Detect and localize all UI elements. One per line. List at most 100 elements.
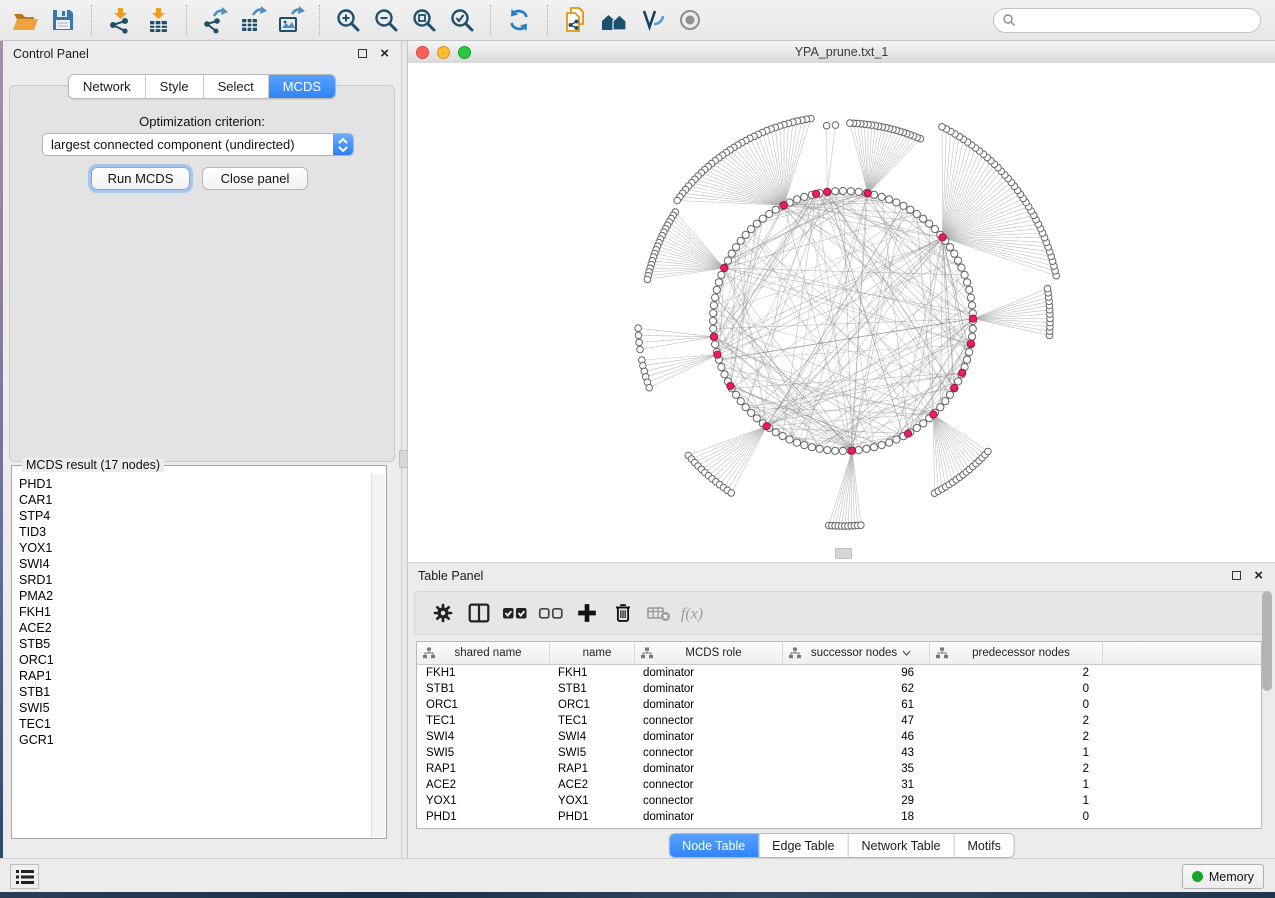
graph-mcds-node[interactable] bbox=[951, 384, 958, 391]
graph-node[interactable] bbox=[907, 206, 914, 213]
graph-node[interactable] bbox=[737, 237, 744, 244]
new-network-from-selection-icon[interactable] bbox=[559, 3, 593, 37]
mcds-result-item[interactable]: SWI5 bbox=[19, 700, 372, 716]
graph-node[interactable] bbox=[779, 433, 786, 440]
graph-node[interactable] bbox=[900, 202, 907, 209]
mcds-result-list[interactable]: PHD1CAR1STP4TID3YOX1SWI4SRD1PMA2FKH1ACE2… bbox=[13, 474, 372, 837]
graph-mcds-node[interactable] bbox=[930, 411, 937, 418]
graph-node[interactable] bbox=[951, 250, 958, 257]
graph-node[interactable] bbox=[710, 310, 717, 317]
graph-node[interactable] bbox=[937, 404, 944, 411]
graph-node[interactable] bbox=[966, 349, 973, 356]
graph-leaf-node[interactable] bbox=[635, 325, 642, 332]
graph-node[interactable] bbox=[955, 378, 962, 385]
graph-node[interactable] bbox=[946, 391, 953, 398]
graph-node[interactable] bbox=[913, 210, 920, 217]
refresh-icon[interactable] bbox=[502, 3, 536, 37]
export-network-icon[interactable] bbox=[198, 3, 232, 37]
graph-node[interactable] bbox=[732, 244, 739, 251]
mcds-result-item[interactable]: SWI4 bbox=[19, 556, 372, 572]
mcds-result-item[interactable]: STP4 bbox=[19, 508, 372, 524]
graph-node[interactable] bbox=[886, 196, 893, 203]
mcds-result-item[interactable]: ORC1 bbox=[19, 652, 372, 668]
graph-leaf-node[interactable] bbox=[728, 490, 735, 497]
tab-network[interactable]: Network bbox=[69, 75, 145, 98]
export-image-icon[interactable] bbox=[274, 3, 308, 37]
tab-style[interactable]: Style bbox=[145, 75, 203, 98]
graph-node[interactable] bbox=[759, 215, 766, 222]
mcds-result-item[interactable]: STB1 bbox=[19, 684, 372, 700]
graph-leaf-node[interactable] bbox=[847, 120, 854, 127]
graph-leaf-node[interactable] bbox=[939, 124, 946, 131]
graph-node[interactable] bbox=[753, 220, 760, 227]
graph-node[interactable] bbox=[715, 279, 722, 286]
graph-mcds-node[interactable] bbox=[904, 430, 911, 437]
column-header-successor-nodes[interactable]: successor nodes bbox=[783, 642, 930, 664]
graph-node[interactable] bbox=[855, 188, 862, 195]
column-header-shared-name[interactable]: shared name bbox=[417, 642, 550, 664]
delete-column-icon[interactable] bbox=[607, 597, 639, 629]
graph-node[interactable] bbox=[847, 188, 854, 195]
graph-mcds-node[interactable] bbox=[721, 265, 728, 272]
graph-node[interactable] bbox=[742, 404, 749, 411]
graph-node[interactable] bbox=[969, 302, 976, 309]
graph-mcds-node[interactable] bbox=[849, 447, 856, 454]
graph-node[interactable] bbox=[824, 447, 831, 454]
graph-node[interactable] bbox=[969, 333, 976, 340]
graph-node[interactable] bbox=[878, 442, 885, 449]
graph-node[interactable] bbox=[931, 226, 938, 233]
graph-leaf-node[interactable] bbox=[674, 197, 681, 204]
add-column-icon[interactable] bbox=[571, 597, 603, 629]
table-row[interactable]: PHD1PHD1dominator180 bbox=[417, 809, 1261, 825]
graph-leaf-node[interactable] bbox=[832, 122, 839, 129]
import-network-icon[interactable] bbox=[103, 3, 137, 37]
zoom-in-icon[interactable] bbox=[331, 3, 365, 37]
mcds-result-item[interactable]: YOX1 bbox=[19, 540, 372, 556]
table-row[interactable]: SWI4SWI4dominator462 bbox=[417, 729, 1261, 745]
table-tab-motifs[interactable]: Motifs bbox=[953, 834, 1013, 857]
graph-node[interactable] bbox=[964, 356, 971, 363]
memory-button[interactable]: Memory bbox=[1182, 864, 1264, 889]
horizontal-splitter-handle[interactable] bbox=[835, 548, 852, 559]
graph-node[interactable] bbox=[753, 415, 760, 422]
export-table-icon[interactable] bbox=[236, 3, 270, 37]
graph-mcds-node[interactable] bbox=[714, 351, 721, 358]
graph-node[interactable] bbox=[737, 398, 744, 405]
graph-mcds-node[interactable] bbox=[967, 340, 974, 347]
result-list-scrollbar[interactable] bbox=[371, 474, 385, 837]
graph-node[interactable] bbox=[793, 196, 800, 203]
graph-node[interactable] bbox=[712, 341, 719, 348]
tab-mcds[interactable]: MCDS bbox=[268, 75, 335, 98]
graph-node[interactable] bbox=[920, 420, 927, 427]
graph-node[interactable] bbox=[801, 442, 808, 449]
delete-table-icon[interactable] bbox=[643, 597, 675, 629]
graph-mcds-node[interactable] bbox=[780, 202, 787, 209]
mcds-result-item[interactable]: TEC1 bbox=[19, 716, 372, 732]
graph-leaf-node[interactable] bbox=[637, 346, 644, 353]
table-scrollbar-thumb[interactable] bbox=[1262, 591, 1272, 691]
mcds-result-item[interactable]: STB5 bbox=[19, 636, 372, 652]
table-row[interactable]: YOX1YOX1connector291 bbox=[417, 793, 1261, 809]
graph-node[interactable] bbox=[793, 439, 800, 446]
graph-node[interactable] bbox=[886, 439, 893, 446]
mcds-result-item[interactable]: RAP1 bbox=[19, 668, 372, 684]
mcds-result-item[interactable]: TID3 bbox=[19, 524, 372, 540]
graph-node[interactable] bbox=[786, 436, 793, 443]
graph-node[interactable] bbox=[808, 444, 815, 451]
graph-mcds-node[interactable] bbox=[864, 190, 871, 197]
column-header-name[interactable]: name bbox=[550, 642, 635, 664]
graph-mcds-node[interactable] bbox=[824, 188, 831, 195]
graph-node[interactable] bbox=[728, 250, 735, 257]
graph-leaf-node[interactable] bbox=[823, 122, 830, 129]
graph-leaf-node[interactable] bbox=[635, 332, 642, 339]
graph-node[interactable] bbox=[772, 206, 779, 213]
graph-node[interactable] bbox=[964, 279, 971, 286]
graph-leaf-node[interactable] bbox=[1044, 285, 1051, 292]
graph-node[interactable] bbox=[748, 226, 755, 233]
graph-node[interactable] bbox=[816, 445, 823, 452]
deselect-all-icon[interactable] bbox=[535, 597, 567, 629]
import-table-icon[interactable] bbox=[141, 3, 175, 37]
first-neighbors-icon[interactable] bbox=[597, 3, 631, 37]
mcds-result-item[interactable]: FKH1 bbox=[19, 604, 372, 620]
network-canvas[interactable] bbox=[408, 63, 1274, 559]
